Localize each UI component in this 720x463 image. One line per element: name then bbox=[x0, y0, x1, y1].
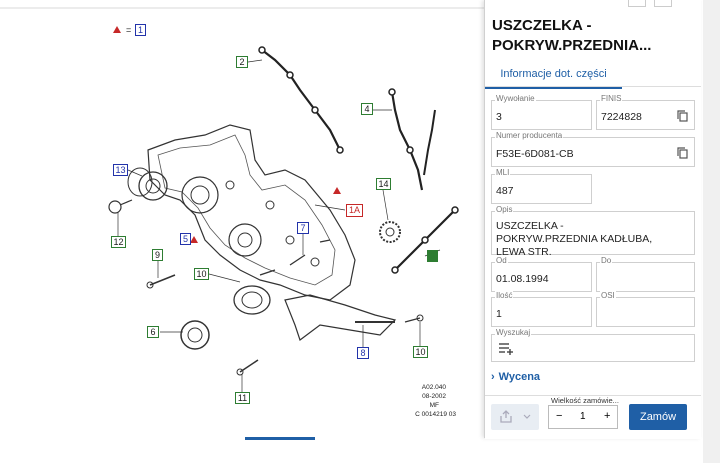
callout-7[interactable]: 7 bbox=[297, 222, 309, 234]
panel-toolbar-button[interactable] bbox=[628, 0, 646, 7]
order-button[interactable]: Zamów bbox=[629, 404, 687, 430]
chevron-down-icon bbox=[523, 414, 531, 419]
field-label: Wywołanie bbox=[495, 94, 536, 104]
increment-button[interactable]: + bbox=[604, 410, 610, 422]
field-label: Ilość bbox=[495, 291, 514, 301]
field-label: OSI bbox=[600, 291, 616, 301]
callout-5[interactable]: 5 bbox=[180, 233, 191, 245]
part-title: USZCZELKA - POKRYW.PRZEDNIA... bbox=[492, 17, 652, 54]
part-details-panel: USZCZELKA - POKRYW.PRZEDNIA... Informacj… bbox=[484, 0, 701, 439]
callout-3-selected[interactable]: 3 bbox=[427, 250, 438, 262]
tab-part-info[interactable]: Informacje dot. części bbox=[485, 61, 622, 89]
quantity-value[interactable]: 1 bbox=[580, 411, 586, 422]
drawing-mf: MF bbox=[429, 402, 439, 409]
quantity-label: Wielkość zamówie... bbox=[551, 396, 619, 405]
field-value: 3 bbox=[496, 111, 502, 123]
field-value: 1 bbox=[496, 308, 502, 320]
field-label: Od bbox=[495, 256, 508, 266]
callout-10b[interactable]: 10 bbox=[413, 346, 428, 358]
field-wywolanie: Wywołanie 3 bbox=[491, 94, 592, 130]
callout-10[interactable]: 10 bbox=[194, 268, 209, 280]
quantity-stepper[interactable]: − 1 + bbox=[548, 405, 618, 429]
field-ilosc: Ilość 1 bbox=[491, 291, 592, 327]
field-label: FINIS bbox=[600, 94, 623, 104]
legend-equals: = bbox=[126, 25, 132, 35]
callout-8[interactable]: 8 bbox=[357, 347, 369, 359]
field-value: 01.08.1994 bbox=[496, 273, 549, 285]
wycena-label: Wycena bbox=[498, 371, 541, 383]
callout-6[interactable]: 6 bbox=[147, 326, 159, 338]
field-label: Numer producenta bbox=[495, 131, 564, 141]
add-to-list-icon[interactable] bbox=[498, 342, 514, 356]
field-value: 487 bbox=[496, 185, 514, 197]
callout-9[interactable]: 9 bbox=[152, 249, 163, 261]
field-value: 7224828 bbox=[601, 111, 642, 123]
callout-2[interactable]: 2 bbox=[236, 56, 248, 68]
copy-icon[interactable] bbox=[677, 147, 689, 160]
field-finis: FINIS 7224828 bbox=[596, 94, 695, 130]
drawing-ref: C 0014219 03 bbox=[415, 411, 456, 418]
field-osi: OSI bbox=[596, 291, 695, 327]
field-label: MLI bbox=[495, 168, 511, 178]
callout-4[interactable]: 4 bbox=[361, 103, 373, 115]
field-label: Opis bbox=[495, 205, 514, 215]
decrement-button[interactable]: − bbox=[556, 410, 562, 422]
share-icon bbox=[500, 410, 512, 423]
field-numer-producenta: Numer producenta F53E-6D081-CB bbox=[491, 131, 695, 167]
field-label: Wyszukaj bbox=[495, 328, 532, 338]
callout-13[interactable]: 13 bbox=[113, 164, 128, 176]
share-button[interactable] bbox=[491, 404, 539, 430]
field-mli: MLI 487 bbox=[491, 168, 592, 204]
panel-toolbar-button-2[interactable] bbox=[654, 0, 672, 7]
scrollbar[interactable] bbox=[703, 0, 720, 463]
legend-ref-1[interactable]: 1 bbox=[135, 24, 146, 36]
field-opis: Opis USZCZELKA - POKRYW.PRZEDNIA KADŁUBA… bbox=[491, 205, 695, 258]
chevron-right-icon: › bbox=[491, 371, 495, 383]
field-label: Do bbox=[600, 256, 613, 266]
copy-icon[interactable] bbox=[677, 110, 689, 123]
wycena-toggle[interactable]: › Wycena bbox=[491, 371, 540, 383]
callout-12[interactable]: 12 bbox=[111, 236, 126, 248]
tab-underline bbox=[485, 86, 701, 87]
drawing-date: 08-2002 bbox=[422, 393, 446, 400]
exploded-parts-diagram: = 1 2 4 13 14 1A 12 5 7 9 3 10 6 8 10 11… bbox=[0, 0, 484, 463]
field-od: Od 01.08.1994 bbox=[491, 256, 592, 292]
field-do: Do bbox=[596, 256, 695, 292]
callout-1a[interactable]: 1A bbox=[346, 204, 363, 217]
field-value: USZCZELKA - POKRYW.PRZEDNIA KADŁUBA, LEW… bbox=[496, 220, 653, 258]
order-bar: Wielkość zamówie... − 1 + Zamów bbox=[485, 395, 701, 439]
field-value: F53E-6D081-CB bbox=[496, 148, 574, 160]
drawing-code: A02.040 bbox=[421, 384, 446, 391]
field-wyszukaj[interactable]: Wyszukaj bbox=[491, 328, 695, 362]
callout-14[interactable]: 14 bbox=[376, 178, 391, 190]
callout-11[interactable]: 11 bbox=[235, 392, 250, 404]
